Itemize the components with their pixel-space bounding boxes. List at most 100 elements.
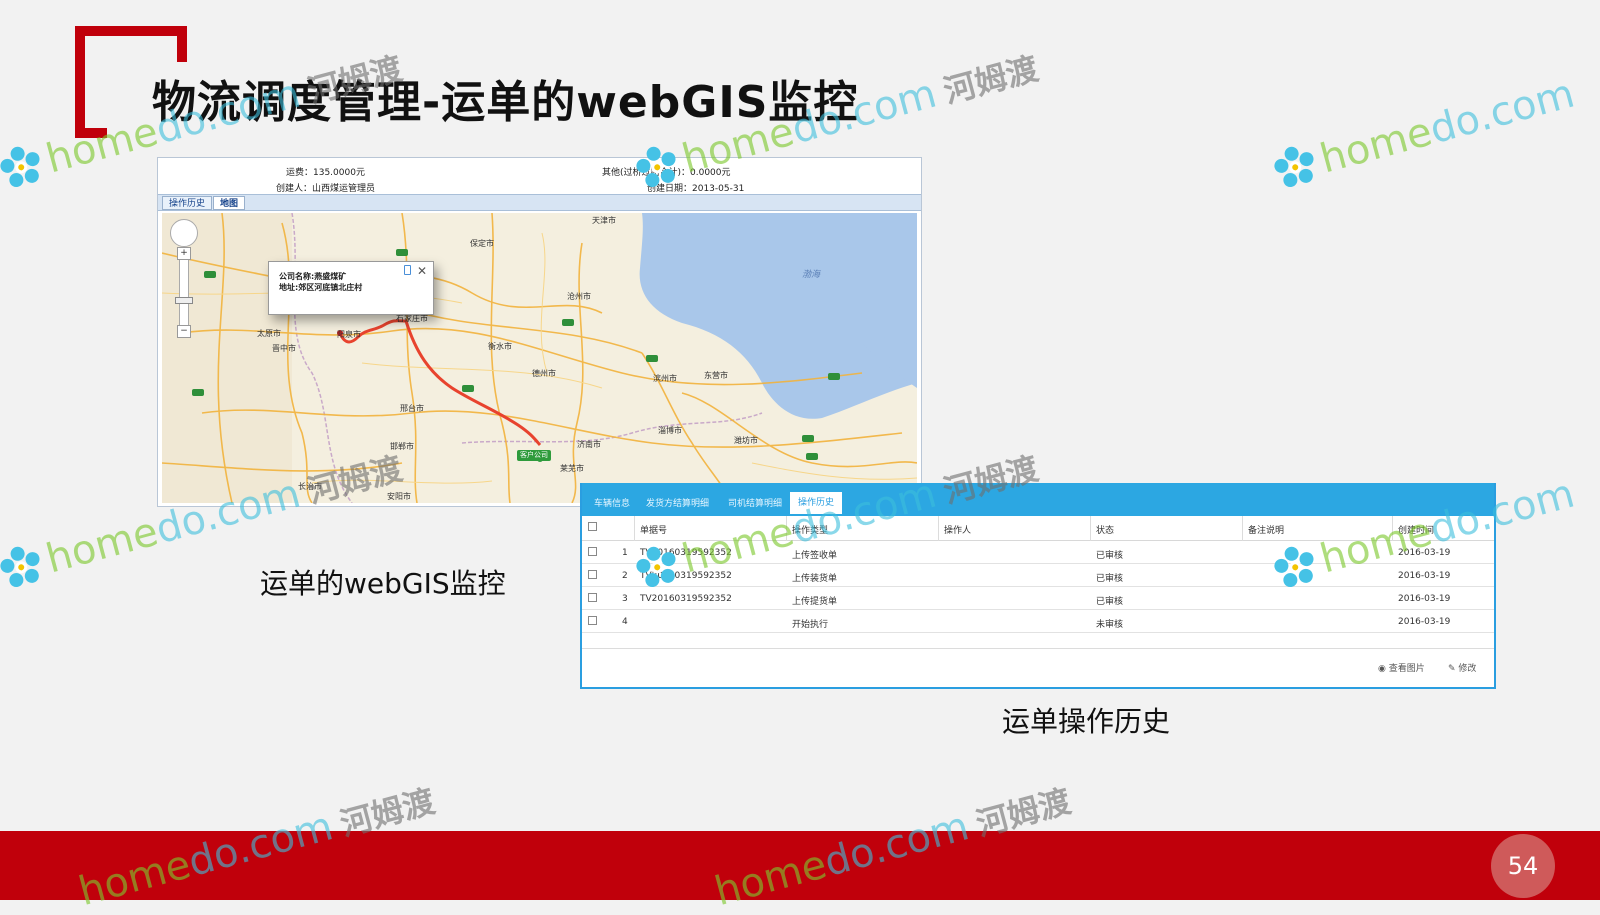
created-date: 2016-03-19 — [1398, 571, 1451, 581]
city-label: 长治市 — [298, 482, 322, 491]
flower-logo-icon — [1274, 146, 1314, 188]
operation-type: 上传签收单 — [792, 551, 838, 561]
other-fees-text: 其他(过桥过路合计)：0.0000元 — [602, 168, 731, 178]
highway-badge — [192, 389, 204, 396]
city-label: 天津市 — [592, 216, 616, 225]
city-label: 德州市 — [532, 369, 556, 378]
map-screenshot: 运费：135.0000元 其他(过桥过路合计)：0.0000元 创建人：山西煤运… — [157, 157, 922, 507]
city-label: 潍坊市 — [734, 436, 758, 445]
column-header[interactable]: 操作类型 — [792, 523, 828, 536]
city-label: 邯郸市 — [390, 442, 414, 451]
city-label: 太原市 — [257, 329, 281, 338]
history-caption: 运单操作历史 — [1002, 705, 1171, 738]
column-header[interactable]: 操作人 — [944, 523, 971, 536]
tab-map[interactable]: 地图 — [213, 196, 246, 210]
operation-type: 上传装货单 — [792, 574, 838, 584]
freight-text: 运费：135.0000元 — [286, 168, 365, 178]
city-label: 阳泉市 — [337, 330, 361, 339]
zoom-slider-knob[interactable] — [175, 297, 193, 304]
map-caption: 运单的webGIS监控 — [260, 567, 506, 600]
tab-driver-settlement[interactable]: 司机结算明细 — [728, 496, 782, 509]
city-label: 济南市 — [577, 440, 601, 449]
operation-type: 上传提货单 — [792, 597, 838, 607]
select-all-checkbox[interactable] — [588, 522, 597, 531]
row-index: 3 — [622, 594, 628, 604]
highway-badge — [806, 453, 818, 460]
status: 已审核 — [1096, 551, 1124, 561]
column-header[interactable]: 备注说明 — [1248, 523, 1284, 536]
tab-operation-history[interactable]: 操作历史 — [162, 196, 213, 210]
highway-badge — [646, 355, 658, 362]
operation-type: 开始执行 — [792, 620, 829, 630]
city-label: 安阳市 — [387, 492, 411, 501]
webgis-map[interactable]: + − 天津市 保定市 沧州市 石家庄市 太原市 衡水市 德州市 滨州市 东营市… — [162, 213, 917, 503]
close-icon[interactable]: ✕ — [417, 264, 427, 278]
grid-header: 单据号 操作类型 操作人 状态 备注说明 创建时间 — [582, 516, 1494, 541]
status: 已审核 — [1096, 574, 1124, 584]
destination-marker[interactable]: 客户公司 — [517, 450, 551, 461]
row-index: 1 — [622, 548, 628, 558]
pencil-icon: ✎ — [1448, 664, 1459, 674]
city-label: 晋中市 — [272, 344, 296, 353]
tab-vehicle-info[interactable]: 车辆信息 — [594, 496, 630, 509]
map-zoom-slider[interactable] — [179, 249, 189, 335]
waybill-info: 运费：135.0000元 其他(过桥过路合计)：0.0000元 创建人：山西煤运… — [158, 158, 921, 194]
history-grid-screenshot: 车辆信息 发货方结算明细 司机结算明细 操作历史 单据号 操作类型 操作人 状态… — [580, 483, 1496, 689]
doc-number: TV20160319592352 — [640, 594, 732, 604]
highway-badge — [396, 249, 408, 256]
watermark: homedo.com — [1268, 71, 1579, 196]
column-header[interactable]: 状态 — [1096, 523, 1114, 536]
phone-icon[interactable] — [404, 265, 411, 275]
city-label: 沧州市 — [567, 292, 591, 301]
row-checkbox[interactable] — [588, 570, 597, 579]
city-label: 滨州市 — [653, 374, 677, 383]
column-header[interactable]: 单据号 — [640, 523, 667, 536]
tab-operation-history[interactable]: 操作历史 — [790, 492, 843, 514]
doc-number: TV20160319592352 — [640, 571, 732, 581]
table-row[interactable]: 2 TV20160319592352 上传装货单 已审核 2016-03-19 — [582, 564, 1494, 587]
column-header[interactable]: 创建时间 — [1398, 523, 1434, 536]
highway-badge — [828, 373, 840, 380]
status: 未审核 — [1096, 620, 1124, 630]
view-image-button[interactable]: ◉ 查看图片 — [1378, 661, 1425, 674]
row-checkbox[interactable] — [588, 547, 597, 556]
map-pan-control[interactable] — [170, 219, 198, 247]
page-number: 54 — [1491, 834, 1555, 898]
created-date: 2016-03-19 — [1398, 594, 1451, 604]
company-info-popup: 公司名称:燕盛煤矿 地址:郊区河底镇北庄村 ✕ — [268, 261, 434, 315]
table-row[interactable]: 4 开始执行 未审核 2016-03-19 — [582, 610, 1494, 633]
eye-icon: ◉ — [1378, 664, 1389, 674]
city-label: 淄博市 — [658, 426, 682, 435]
city-label: 保定市 — [470, 239, 494, 248]
created-date-text: 创建日期：2013-05-31 — [647, 184, 745, 194]
grid-tab-bar: 车辆信息 发货方结算明细 司机结算明细 操作历史 — [582, 483, 1494, 516]
edit-button[interactable]: ✎ 修改 — [1448, 661, 1476, 674]
table-row[interactable]: 3 TV20160319592352 上传提货单 已审核 2016-03-19 — [582, 587, 1494, 610]
highway-badge — [562, 319, 574, 326]
row-checkbox[interactable] — [588, 616, 597, 625]
flower-logo-icon — [0, 146, 40, 188]
city-label: 莱芜市 — [560, 464, 584, 473]
city-label: 衡水市 — [488, 342, 512, 351]
city-label: 邢台市 — [400, 404, 424, 413]
zoom-in-button[interactable]: + — [177, 247, 191, 260]
popup-address: 地址:郊区河底镇北庄村 — [279, 283, 363, 292]
creator-text: 创建人：山西煤运管理员 — [276, 184, 376, 194]
popup-company-name: 公司名称:燕盛煤矿 — [279, 272, 347, 281]
flower-logo-icon — [0, 546, 40, 588]
row-checkbox[interactable] — [588, 593, 597, 602]
created-date: 2016-03-19 — [1398, 548, 1451, 558]
doc-number: TV20160319592352 — [640, 548, 732, 558]
zoom-out-button[interactable]: − — [177, 325, 191, 338]
highway-badge — [204, 271, 216, 278]
map-tab-bar: 操作历史 地图 — [158, 194, 921, 211]
sea-label: 渤海 — [802, 270, 821, 280]
slide-title: 物流调度管理-运单的webGIS监控 — [152, 77, 859, 128]
grid-footer: ◉ 查看图片 ✎ 修改 — [582, 648, 1494, 687]
table-row[interactable]: 1 TV20160319592352 上传签收单 已审核 2016-03-19 — [582, 541, 1494, 564]
city-label: 东营市 — [704, 371, 728, 380]
row-index: 4 — [622, 617, 628, 627]
highway-badge — [802, 435, 814, 442]
tab-shipper-settlement[interactable]: 发货方结算明细 — [646, 496, 709, 509]
row-index: 2 — [622, 571, 628, 581]
